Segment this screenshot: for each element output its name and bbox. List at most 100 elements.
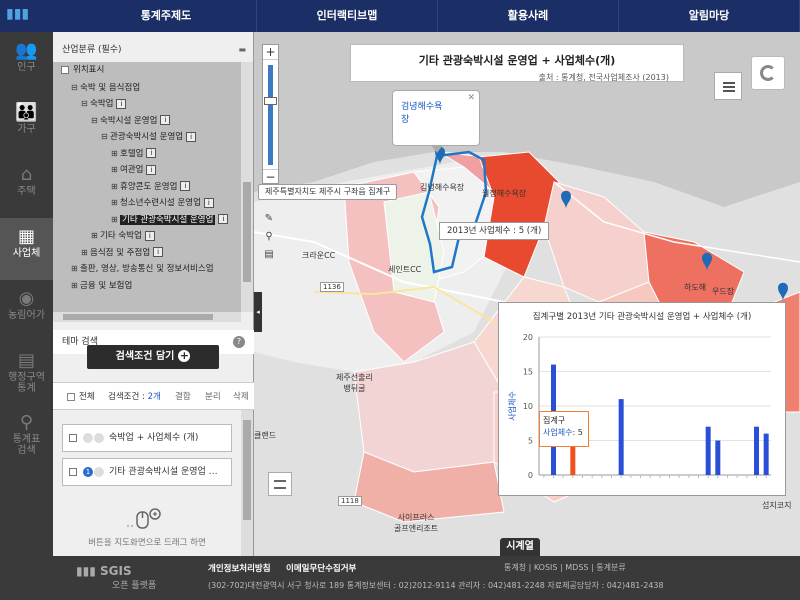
condition-item[interactable]: 1 기타 관광숙박시설 운영업 …	[62, 458, 232, 486]
zoom-handle[interactable]	[264, 97, 277, 105]
sidebar-item-label: 행정구역 통계	[8, 372, 45, 394]
condition-text: 숙박업 + 사업체수 (개)	[109, 433, 199, 443]
layer-button[interactable]	[268, 472, 292, 496]
tree-node[interactable]: ⊞ 휴양콘도 운영업 i	[111, 180, 191, 193]
scroll-thumb[interactable]	[63, 314, 213, 320]
tree-node[interactable]: ⊞ 기타 숙박업 i	[91, 229, 155, 242]
delete-button[interactable]: 삭제	[233, 383, 249, 411]
info-icon[interactable]: i	[218, 214, 229, 224]
help-icon[interactable]: ?	[233, 336, 245, 348]
combine-button[interactable]: 결합	[175, 383, 191, 411]
scroll-thumb[interactable]	[243, 420, 251, 520]
tree-node[interactable]: ⊟ 숙박업 i	[81, 97, 127, 110]
collapse-node-icon[interactable]: ⊟	[71, 81, 80, 94]
info-icon[interactable]: i	[153, 247, 164, 257]
condition-item[interactable]: 숙박업 + 사업체수 (개)	[62, 424, 232, 452]
footer-related-links[interactable]: 통계청 | KOSIS | MDSS | 통계분류	[504, 562, 626, 573]
sidebar-item-label: 사업체	[12, 248, 41, 259]
tree-scrollbar[interactable]	[241, 62, 253, 312]
info-icon[interactable]: i	[203, 197, 214, 208]
zoom-in-button[interactable]: +	[263, 45, 278, 60]
sidebar-item[interactable]: ⚲ 통계표 검색	[0, 404, 53, 466]
sidebar-item[interactable]: 👪 가구	[0, 94, 53, 156]
search-button-label: 검색조건 담기	[115, 351, 175, 362]
expand-node-icon[interactable]: ⊞	[71, 262, 80, 275]
expand-node-icon[interactable]: ⊞	[81, 246, 90, 259]
sidebar-item[interactable]: ▦ 사업체	[0, 218, 53, 280]
nav-item[interactable]: 활용사례	[438, 0, 619, 32]
info-icon[interactable]: i	[186, 131, 197, 142]
expand-node-icon[interactable]: ⊞	[111, 163, 120, 176]
expand-node-icon[interactable]: ⊞	[111, 196, 120, 209]
sidebar-item[interactable]: ◉ 농림어가	[0, 280, 53, 342]
info-icon[interactable]: i	[180, 181, 191, 191]
map-view[interactable]: 김녕해수욕장 월정해수욕장 크라운CC 세인트CC 제주선출리 뱅뒤굴 하도해 …	[254, 32, 800, 556]
info-icon[interactable]: i	[116, 98, 127, 109]
tree-node[interactable]: ⊞ 호텔업 i	[111, 147, 157, 160]
tree-node-label: 청소년수련시설 운영업	[120, 198, 201, 208]
tree-node[interactable]: ⊞ 출판, 영상, 방송통신 및 정보서비스업	[71, 262, 214, 275]
tree-hscrollbar[interactable]	[53, 312, 241, 322]
footer-logo-bars-icon: ▮▮▮	[76, 564, 100, 578]
collapse-node-icon[interactable]: ⊟	[101, 130, 110, 143]
info-icon[interactable]: i	[160, 115, 171, 125]
chart-tooltip: 집계구 사업체수: 5	[539, 411, 589, 447]
location-checkbox[interactable]	[61, 65, 69, 74]
layers-icon	[274, 480, 286, 489]
email-policy-link[interactable]: 이메일무단수집거부	[286, 562, 356, 574]
expand-node-icon[interactable]: ⊞	[111, 180, 120, 193]
expand-node-icon[interactable]: ⊞	[111, 213, 120, 226]
zoom-track[interactable]	[268, 65, 273, 165]
info-icon[interactable]: i	[144, 230, 155, 241]
zoom-out-button[interactable]: −	[263, 169, 278, 184]
collapse-icon[interactable]: ▬	[238, 40, 246, 60]
tree-node[interactable]: ⊞ 여관업 i	[111, 163, 157, 176]
legend-button[interactable]	[714, 72, 742, 100]
condition-checkbox[interactable]	[69, 434, 77, 442]
search-panel: 산업분류 (필수) ▬ 위치표시 ⊟ 숙박 및 음식점업 ⊟ 숙박업 i ⊟ 숙박시설 운영업…	[53, 32, 254, 556]
info-icon[interactable]: i	[146, 148, 157, 158]
privacy-link[interactable]: 개인정보처리방침	[208, 562, 271, 574]
tree-node[interactable]: ⊟ 숙박시설 운영업 i	[91, 114, 171, 127]
logo-mark: ▮▮▮	[6, 6, 30, 22]
condition-checkbox[interactable]	[69, 468, 77, 476]
road-number: 1118	[338, 496, 362, 506]
condition-count-label: 검색조건 : 2개	[108, 383, 161, 411]
y-tick-label: 20	[523, 333, 533, 342]
tree-node[interactable]: ⊞ 금융 및 보험업	[71, 279, 132, 292]
info-icon[interactable]: i	[146, 164, 157, 175]
nav-item[interactable]: 통계주제도	[76, 0, 257, 32]
tree-node-label: 숙박업	[90, 99, 114, 109]
nav-item[interactable]: 인터랙티브맵	[257, 0, 438, 32]
refresh-button[interactable]	[751, 56, 785, 90]
sidebar-item[interactable]: ▤ 행정구역 통계	[0, 342, 53, 404]
tree-node[interactable]: ⊟ 숙박 및 음식점업	[71, 81, 140, 94]
panel-toggle-handle[interactable]: ◂	[254, 292, 262, 332]
measure-icon[interactable]: ✎	[259, 210, 279, 228]
scroll-thumb[interactable]	[243, 182, 251, 282]
condition-scrollbar[interactable]	[241, 410, 253, 556]
tree-node[interactable]: 위치표시	[61, 64, 104, 77]
trash-icon[interactable]: ▤	[259, 246, 279, 264]
marker-icon[interactable]: ⚲	[259, 228, 279, 246]
tree-node[interactable]: ⊞ 기타 관광숙박시설 운영업 i	[111, 213, 229, 226]
sidebar-item[interactable]: 👥 인구	[0, 32, 53, 94]
add-search-condition-button[interactable]: 검색조건 담기 +	[87, 345, 219, 369]
sidebar-item[interactable]: ⌂ 주택	[0, 156, 53, 218]
collapse-node-icon[interactable]: ⊟	[81, 97, 90, 110]
collapse-node-icon[interactable]: ⊟	[91, 114, 100, 127]
tree-node-label: 기타 숙박업	[100, 231, 142, 241]
tree-node[interactable]: ⊞ 청소년수련시설 운영업 i	[111, 196, 214, 209]
nav-item[interactable]: 알림마당	[619, 0, 800, 32]
site-logo[interactable]: ▮▮▮	[0, 0, 76, 32]
search-doc-icon: ⚲	[19, 412, 34, 433]
timeline-button[interactable]: 시계열	[500, 538, 540, 556]
expand-node-icon[interactable]: ⊞	[71, 279, 80, 292]
split-button[interactable]: 분리	[205, 383, 221, 411]
close-icon[interactable]: ✕	[467, 93, 475, 103]
expand-node-icon[interactable]: ⊞	[91, 229, 100, 242]
tree-node[interactable]: ⊟ 관광숙박시설 운영업 i	[101, 130, 197, 143]
select-all-checkbox[interactable]	[67, 393, 75, 401]
expand-node-icon[interactable]: ⊞	[111, 147, 120, 160]
tree-node[interactable]: ⊞ 음식점 및 주점업 i	[81, 246, 164, 259]
